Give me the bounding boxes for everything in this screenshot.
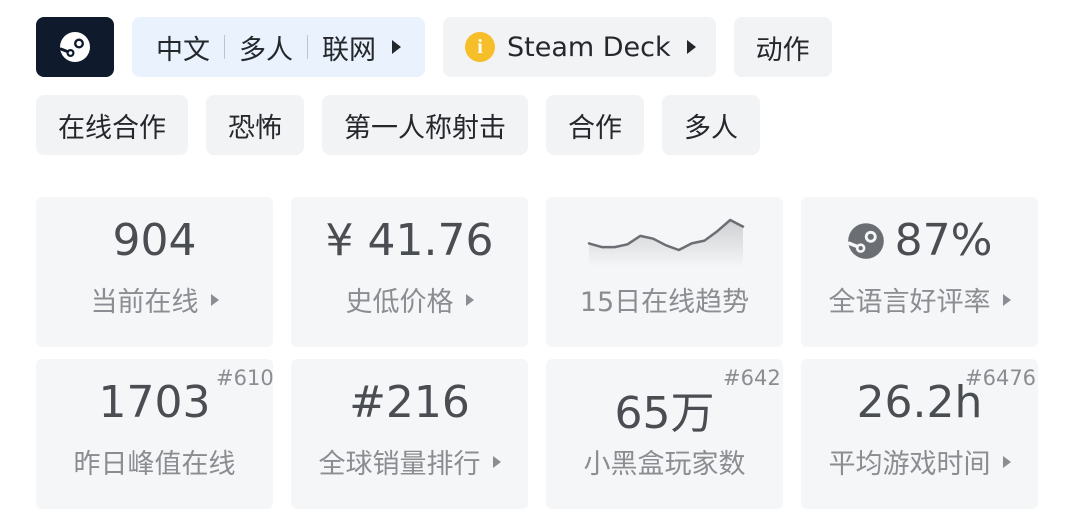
heybox-players-label: 小黑盒玩家数 — [546, 442, 783, 481]
rating-value-wrap: 87% — [801, 215, 1038, 271]
language-item-online: 联网 — [322, 34, 376, 66]
language-item-chinese: 中文 — [156, 34, 210, 66]
online-trend-sparkline — [587, 218, 745, 267]
global-sales-label: 全球销量排行 — [291, 442, 528, 481]
chevron-right-icon — [1002, 455, 1011, 468]
tag-fps[interactable]: 第一人称射击 — [322, 95, 528, 155]
chevron-right-icon — [492, 455, 501, 468]
rating-label-text: 全语言好评率 — [828, 287, 991, 318]
online-trend-label: 15日在线趋势 — [546, 280, 783, 319]
avg-playtime-rank: #6476 — [965, 366, 1037, 390]
steam-deck-label: Steam Deck — [507, 31, 671, 63]
stat-card-rating[interactable]: 87% 全语言好评率 — [801, 197, 1038, 347]
separator — [224, 35, 225, 59]
current-online-label-text: 当前在线 — [90, 287, 199, 318]
online-trend-label-text: 15日在线趋势 — [579, 287, 750, 318]
avg-playtime-label-text: 平均游戏时间 — [828, 449, 991, 480]
chevron-right-icon — [210, 293, 219, 306]
chevron-right-icon — [465, 293, 474, 306]
peak-yesterday-rank: #610 — [216, 366, 274, 390]
stat-card-lowest-price[interactable]: ¥ 41.76 史低价格 — [291, 197, 528, 347]
chevron-right-icon — [1002, 293, 1011, 306]
steam-icon — [847, 222, 884, 259]
tag-coop[interactable]: 合作 — [546, 95, 644, 155]
peak-yesterday-label-text: 昨日峰值在线 — [73, 449, 236, 480]
lowest-price-value: ¥ 41.76 — [325, 215, 494, 266]
stat-card-peak-yesterday[interactable]: 1703 #610 昨日峰值在线 — [36, 359, 274, 509]
stat-card-avg-playtime[interactable]: 26.2h #6476 平均游戏时间 — [801, 359, 1038, 509]
stat-card-current-online[interactable]: 904 当前在线 — [36, 197, 273, 347]
sparkline-area — [589, 220, 743, 267]
peak-yesterday-label: 昨日峰值在线 — [36, 442, 273, 481]
avg-playtime-label: 平均游戏时间 — [801, 442, 1038, 481]
heybox-players-rank: #642 — [723, 366, 781, 390]
stat-card-global-sales[interactable]: #216 全球销量排行 — [291, 359, 528, 509]
language-item-multiplayer: 多人 — [239, 34, 293, 66]
tag-online-coop[interactable]: 在线合作 — [36, 95, 188, 155]
separator — [307, 35, 308, 59]
info-icon: i — [465, 32, 495, 62]
lowest-price-label: 史低价格 — [291, 280, 528, 319]
stat-card-heybox-players[interactable]: 65万 #642 小黑盒玩家数 — [546, 359, 783, 509]
steam-icon — [59, 32, 90, 62]
stats-grid: 904 当前在线 ¥ 41.76 史低价格 15日在线趋势 87% 全语言好评率… — [36, 197, 1038, 509]
genre-tag-action[interactable]: 动作 — [733, 17, 832, 77]
tag-multiplayer[interactable]: 多人 — [662, 95, 760, 155]
rating-label: 全语言好评率 — [801, 280, 1038, 319]
steam-logo-button[interactable] — [36, 17, 114, 77]
stat-card-online-trend[interactable]: 15日在线趋势 — [546, 197, 783, 347]
chevron-right-icon — [392, 40, 401, 54]
global-sales-value: #216 — [349, 377, 470, 428]
steam-deck-tag[interactable]: i Steam Deck — [443, 17, 716, 77]
global-sales-label-text: 全球销量排行 — [318, 449, 481, 480]
rating-value: 87% — [894, 215, 993, 266]
current-online-value: 904 — [112, 215, 197, 266]
chevron-right-icon — [686, 40, 696, 54]
current-online-label: 当前在线 — [36, 280, 273, 319]
language-tag[interactable]: 中文 多人 联网 — [132, 17, 425, 77]
tag-row-1: 中文 多人 联网 i Steam Deck 动作 — [36, 17, 832, 77]
tag-horror[interactable]: 恐怖 — [206, 95, 304, 155]
heybox-players-label-text: 小黑盒玩家数 — [583, 449, 746, 480]
tag-row-2: 在线合作 恐怖 第一人称射击 合作 多人 — [36, 95, 760, 155]
lowest-price-label-text: 史低价格 — [345, 287, 454, 318]
